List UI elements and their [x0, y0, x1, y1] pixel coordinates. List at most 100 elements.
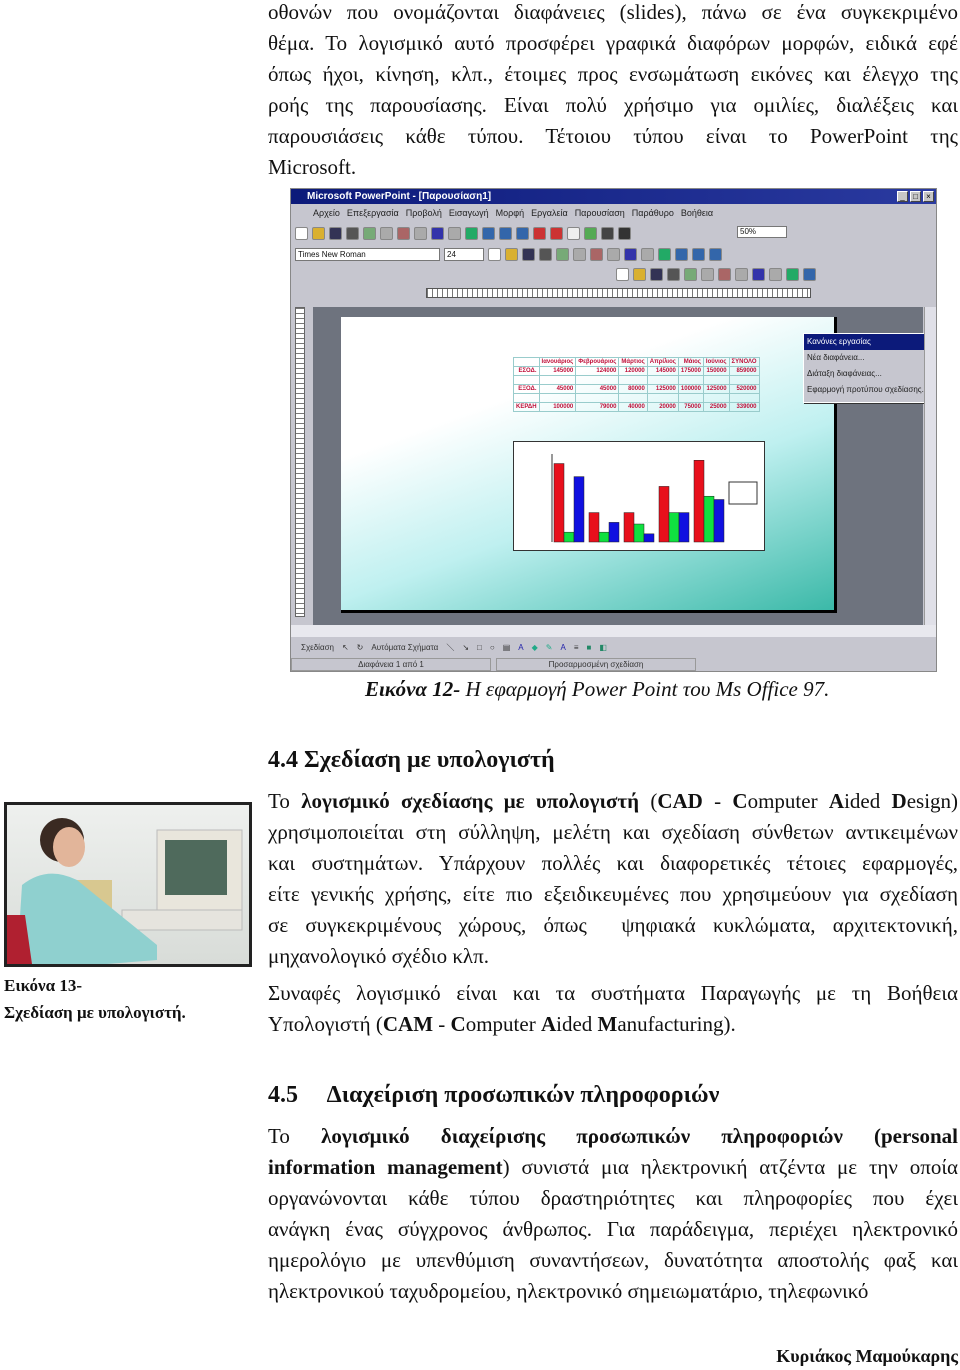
rotate-icon[interactable]: ↻	[357, 643, 364, 652]
line-icon[interactable]: ＼	[446, 642, 454, 653]
format-button-icon[interactable]	[573, 247, 586, 261]
menu-item[interactable]: Παρουσίαση	[575, 205, 625, 222]
table-header: Μάιος	[677, 357, 704, 367]
3d-icon[interactable]: ◧	[599, 643, 607, 652]
table-header	[513, 357, 540, 367]
menu-item[interactable]: Εργαλεία	[531, 205, 568, 222]
table-cell: 145000	[538, 366, 577, 376]
toolbar-button-icon[interactable]	[584, 226, 597, 240]
menu-item[interactable]: Βοήθεια	[681, 205, 713, 222]
toolbar-button-icon[interactable]	[414, 226, 427, 240]
toolbar-button-icon[interactable]	[397, 226, 410, 240]
format-button-icon[interactable]	[505, 247, 518, 261]
wordart-icon[interactable]: A	[518, 643, 523, 652]
effects-button-icon[interactable]	[786, 267, 799, 281]
toolbar-button-icon[interactable]	[516, 226, 529, 240]
context-menu-item[interactable]: Κανόνες εργασίας	[804, 334, 936, 350]
toolbar-button-icon[interactable]	[346, 226, 359, 240]
menu-item[interactable]: Επεξεργασία	[347, 205, 399, 222]
toolbar-button-icon[interactable]	[380, 226, 393, 240]
format-button-icon[interactable]	[488, 247, 501, 261]
toolbar-button-icon[interactable]	[618, 226, 631, 240]
menu-item[interactable]: Αρχείο	[313, 205, 340, 222]
table-cell: 859000	[728, 366, 760, 376]
pointer-icon[interactable]: ↖	[342, 643, 349, 652]
line-color-icon[interactable]: ✎	[546, 643, 553, 652]
format-button-icon[interactable]	[709, 247, 722, 261]
toolbar-button-icon[interactable]	[482, 226, 495, 240]
text-line: οθονών που ονομάζονται διαφάνειες (slide…	[268, 0, 958, 24]
maximize-button[interactable]: □	[910, 191, 921, 202]
text-line: Υπολογιστή (CAM - Computer Aided Manufac…	[268, 1012, 736, 1036]
context-menu-item[interactable]: Νέα διαφάνεια...	[804, 350, 936, 366]
format-button-icon[interactable]	[624, 247, 637, 261]
menu-item[interactable]: Μορφή	[496, 205, 524, 222]
toolbar-button-icon[interactable]	[312, 226, 325, 240]
effects-button-icon[interactable]	[667, 267, 680, 281]
table-cell: ΕΞΟΔ.	[513, 384, 540, 394]
format-button-icon[interactable]	[522, 247, 535, 261]
format-button-icon[interactable]	[539, 247, 552, 261]
oval-icon[interactable]: ○	[490, 643, 495, 652]
toolbar-button-icon[interactable]	[533, 226, 546, 240]
toolbar-button-icon[interactable]	[295, 226, 308, 240]
slide[interactable]: Ιανουάριος Φεβρουάριος Μάρτιος Απρίλιος Μάιο…	[341, 317, 837, 613]
context-menu-item[interactable]: Διάταξη διαφάνειας...	[804, 366, 936, 382]
draw-menu-button[interactable]: Σχεδίαση	[301, 643, 334, 652]
table-cell: 100000	[677, 384, 704, 394]
format-button-icon[interactable]	[658, 247, 671, 261]
format-button-icon[interactable]	[641, 247, 654, 261]
table-row: ΚΕΡΔΗ 100000 79000 40000 20000 75000 25000 3390…	[513, 402, 760, 412]
text-line: παρουσιάσεις κάθε τύπου. Τέτοιου τύπου ε…	[268, 124, 958, 148]
effects-button-icon[interactable]	[650, 267, 663, 281]
effects-button-icon[interactable]	[633, 267, 646, 281]
textbox-icon[interactable]: ▤	[503, 643, 511, 652]
line-style-icon[interactable]: ≡	[574, 643, 579, 652]
table-cell: 125000	[646, 384, 679, 394]
toolbar-button-icon[interactable]	[567, 226, 580, 240]
toolbar-button-icon[interactable]	[601, 226, 614, 240]
effects-button-icon[interactable]	[701, 267, 714, 281]
fill-color-icon[interactable]: ◆	[532, 643, 538, 652]
toolbar-button-icon[interactable]	[329, 226, 342, 240]
font-color-icon[interactable]: A	[560, 643, 565, 652]
effects-button-icon[interactable]	[616, 267, 629, 281]
format-button-icon[interactable]	[675, 247, 688, 261]
effects-button-icon[interactable]	[718, 267, 731, 281]
format-button-icon[interactable]	[607, 247, 620, 261]
toolbar-button-icon[interactable]	[550, 226, 563, 240]
figure-12-text: Η εφαρμογή Power Point του Ms Office 97.	[460, 677, 830, 701]
minimize-button[interactable]: _	[897, 191, 908, 202]
toolbar-button-icon[interactable]	[448, 226, 461, 240]
chart-bar	[563, 531, 575, 543]
toolbar-button-icon[interactable]	[431, 226, 444, 240]
menu-item[interactable]: Προβολή	[406, 205, 442, 222]
toolbar-button-icon[interactable]	[363, 226, 376, 240]
toolbar-button-icon[interactable]	[465, 226, 478, 240]
menu-item[interactable]: Εισαγωγή	[449, 205, 489, 222]
arrow-icon[interactable]: ↘	[462, 643, 469, 652]
format-button-icon[interactable]	[556, 247, 569, 261]
format-button-icon[interactable]	[590, 247, 603, 261]
zoom-select[interactable]: 50%	[737, 226, 787, 238]
shadow-icon[interactable]: ■	[586, 643, 591, 652]
text-line: μηχανολογικό σχέδιο κλπ.	[268, 944, 489, 968]
effects-button-icon[interactable]	[735, 267, 748, 281]
table-cell: 150000	[702, 366, 730, 376]
context-menu-item[interactable]: Εφαρμογή προτύπου σχεδίασης...	[804, 382, 936, 398]
effects-button-icon[interactable]	[769, 267, 782, 281]
rectangle-icon[interactable]: □	[477, 643, 482, 652]
effects-button-icon[interactable]	[803, 267, 816, 281]
menu-item[interactable]: Παράθυρο	[632, 205, 674, 222]
vertical-scrollbar[interactable]	[924, 307, 936, 625]
autoshapes-button[interactable]: Αυτόματα Σχήματα	[371, 643, 438, 652]
effects-button-icon[interactable]	[684, 267, 697, 281]
effects-button-icon[interactable]	[752, 267, 765, 281]
table-header: Φεβρουάριος	[575, 357, 620, 367]
text-line: είτε γενικής χρήσης, είτε πιο εξειδικευμ…	[268, 882, 958, 906]
font-size-select[interactable]: 24	[444, 247, 484, 261]
toolbar-button-icon[interactable]	[499, 226, 512, 240]
font-name-select[interactable]: Times New Roman	[295, 247, 440, 261]
format-button-icon[interactable]	[692, 247, 705, 261]
close-button[interactable]: ×	[923, 191, 934, 202]
